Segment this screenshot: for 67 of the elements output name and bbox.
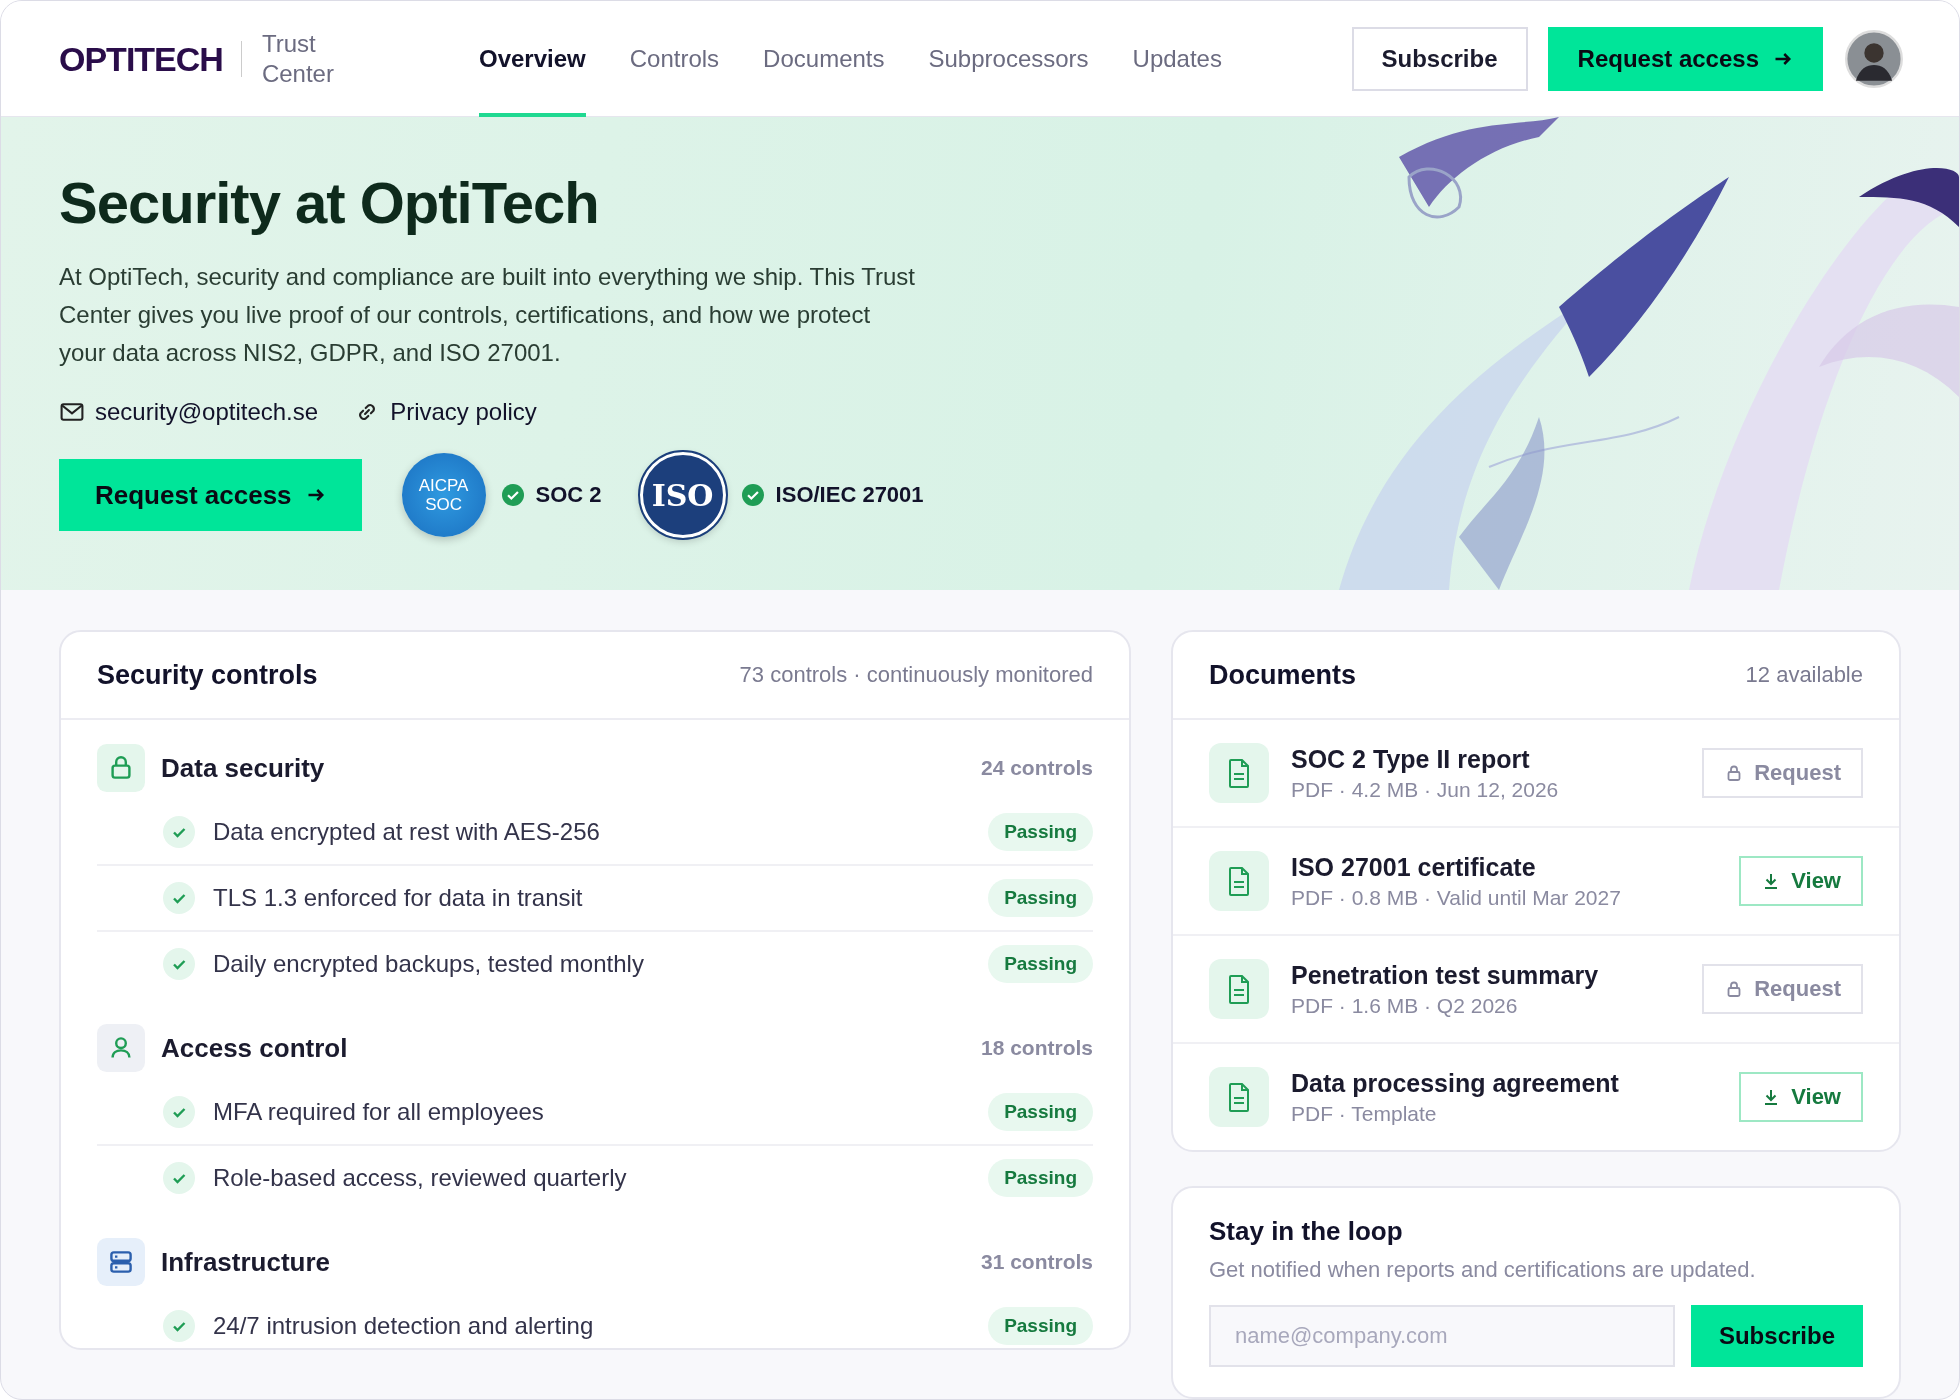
document-icon — [1209, 1067, 1269, 1127]
newsletter-text: Get notified when reports and certifications are updated. — [1209, 1257, 1757, 1283]
nav-tab[interactable]: Documents — [763, 1, 885, 117]
document-meta: PDF · 0.8 MB · Valid until Mar 2027 — [1291, 885, 1622, 910]
nav-tab[interactable]: Subprocessors — [928, 1, 1089, 117]
document-meta: PDF · Template — [1291, 1101, 1438, 1126]
control-name: 24/7 intrusion detection and alerting — [213, 1312, 595, 1340]
certification-label: SOC 2 — [535, 482, 602, 508]
document-title: SOC 2 Type II report — [1291, 744, 1531, 774]
status-pill: Passing — [988, 879, 1093, 917]
card-title: Documents — [1209, 659, 1357, 691]
control-count: 24 controls — [980, 756, 1093, 780]
certification-label: ISO/IEC 27001 — [775, 482, 924, 508]
group-title: Access control — [161, 1032, 349, 1064]
request-access-button[interactable]: Request access — [59, 459, 362, 531]
iso-seal: ISO — [639, 452, 726, 538]
control-count: 18 controls — [980, 1036, 1093, 1060]
request-access-button[interactable]: Request access — [1547, 26, 1823, 91]
check-icon — [163, 948, 195, 980]
document-icon — [1209, 959, 1269, 1019]
hero-title: Security at OptiTech — [59, 169, 600, 236]
group-title: Data security — [161, 752, 326, 784]
user-icon — [97, 1024, 145, 1072]
document-meta: PDF · 1.6 MB · Q2 2026 — [1291, 993, 1519, 1018]
documents-count: 12 available — [1745, 662, 1863, 688]
product-name: Trust Center — [260, 28, 335, 89]
controls-summary: 73 controls · continuously monitored — [739, 662, 1093, 688]
logo[interactable]: OPTITECH — [59, 40, 242, 77]
document-title: Data processing agreement — [1291, 1068, 1620, 1098]
document-icon — [1209, 851, 1269, 911]
email-field[interactable]: name@company.com — [1209, 1305, 1675, 1367]
view-button[interactable]: View — [1739, 1072, 1863, 1122]
status-pill: Passing — [988, 945, 1093, 983]
contact-link[interactable]: security@optitech.se — [59, 398, 319, 426]
server-icon — [97, 1238, 145, 1286]
control-name: Role-based access, reviewed quarterly — [213, 1164, 628, 1192]
view-button[interactable]: View — [1739, 856, 1863, 906]
check-icon — [163, 1310, 195, 1342]
nav-tab[interactable]: Updates — [1132, 1, 1222, 117]
control-name: MFA required for all employees — [213, 1098, 545, 1126]
document-icon — [1209, 743, 1269, 803]
check-icon — [163, 1162, 195, 1194]
group-title: Infrastructure — [161, 1246, 332, 1278]
control-name: Daily encrypted backups, tested monthly — [213, 950, 645, 978]
card-title: Security controls — [97, 659, 318, 691]
check-icon — [163, 816, 195, 848]
control-name: TLS 1.3 enforced for data in transit — [213, 884, 584, 912]
avatar-icon[interactable] — [1845, 29, 1903, 88]
document-title: ISO 27001 certificate — [1291, 852, 1537, 882]
check-icon — [163, 882, 195, 914]
lock-icon — [97, 744, 145, 792]
status-pill: Passing — [988, 813, 1093, 851]
status-pill: Passing — [988, 1307, 1093, 1345]
hero-description: At OptiTech, security and compliance are built into everything we ship. This Trust Center gives you live proof of our controls, certifications, and how we protect your data across NIS2, GDPR, and ISO 27001. — [59, 262, 916, 368]
check-icon — [163, 1096, 195, 1128]
subscribe-button[interactable]: Subscribe — [1690, 1305, 1863, 1367]
nav-tab[interactable]: Controls — [629, 1, 720, 117]
control-name: Data encrypted at rest with AES-256 — [213, 818, 601, 846]
status-pill: Passing — [988, 1159, 1093, 1197]
document-title: Penetration test summary — [1291, 960, 1600, 990]
document-meta: PDF · 4.2 MB · Jun 12, 2026 — [1291, 777, 1560, 802]
contact-link[interactable]: Privacy policy — [354, 398, 537, 426]
subscribe-button[interactable]: Subscribe — [1351, 26, 1528, 91]
control-count: 31 controls — [980, 1250, 1093, 1274]
status-pill: Passing — [988, 1093, 1093, 1131]
soc-seal: AICPA SOC — [401, 453, 486, 537]
newsletter-title: Stay in the loop — [1209, 1216, 1404, 1247]
